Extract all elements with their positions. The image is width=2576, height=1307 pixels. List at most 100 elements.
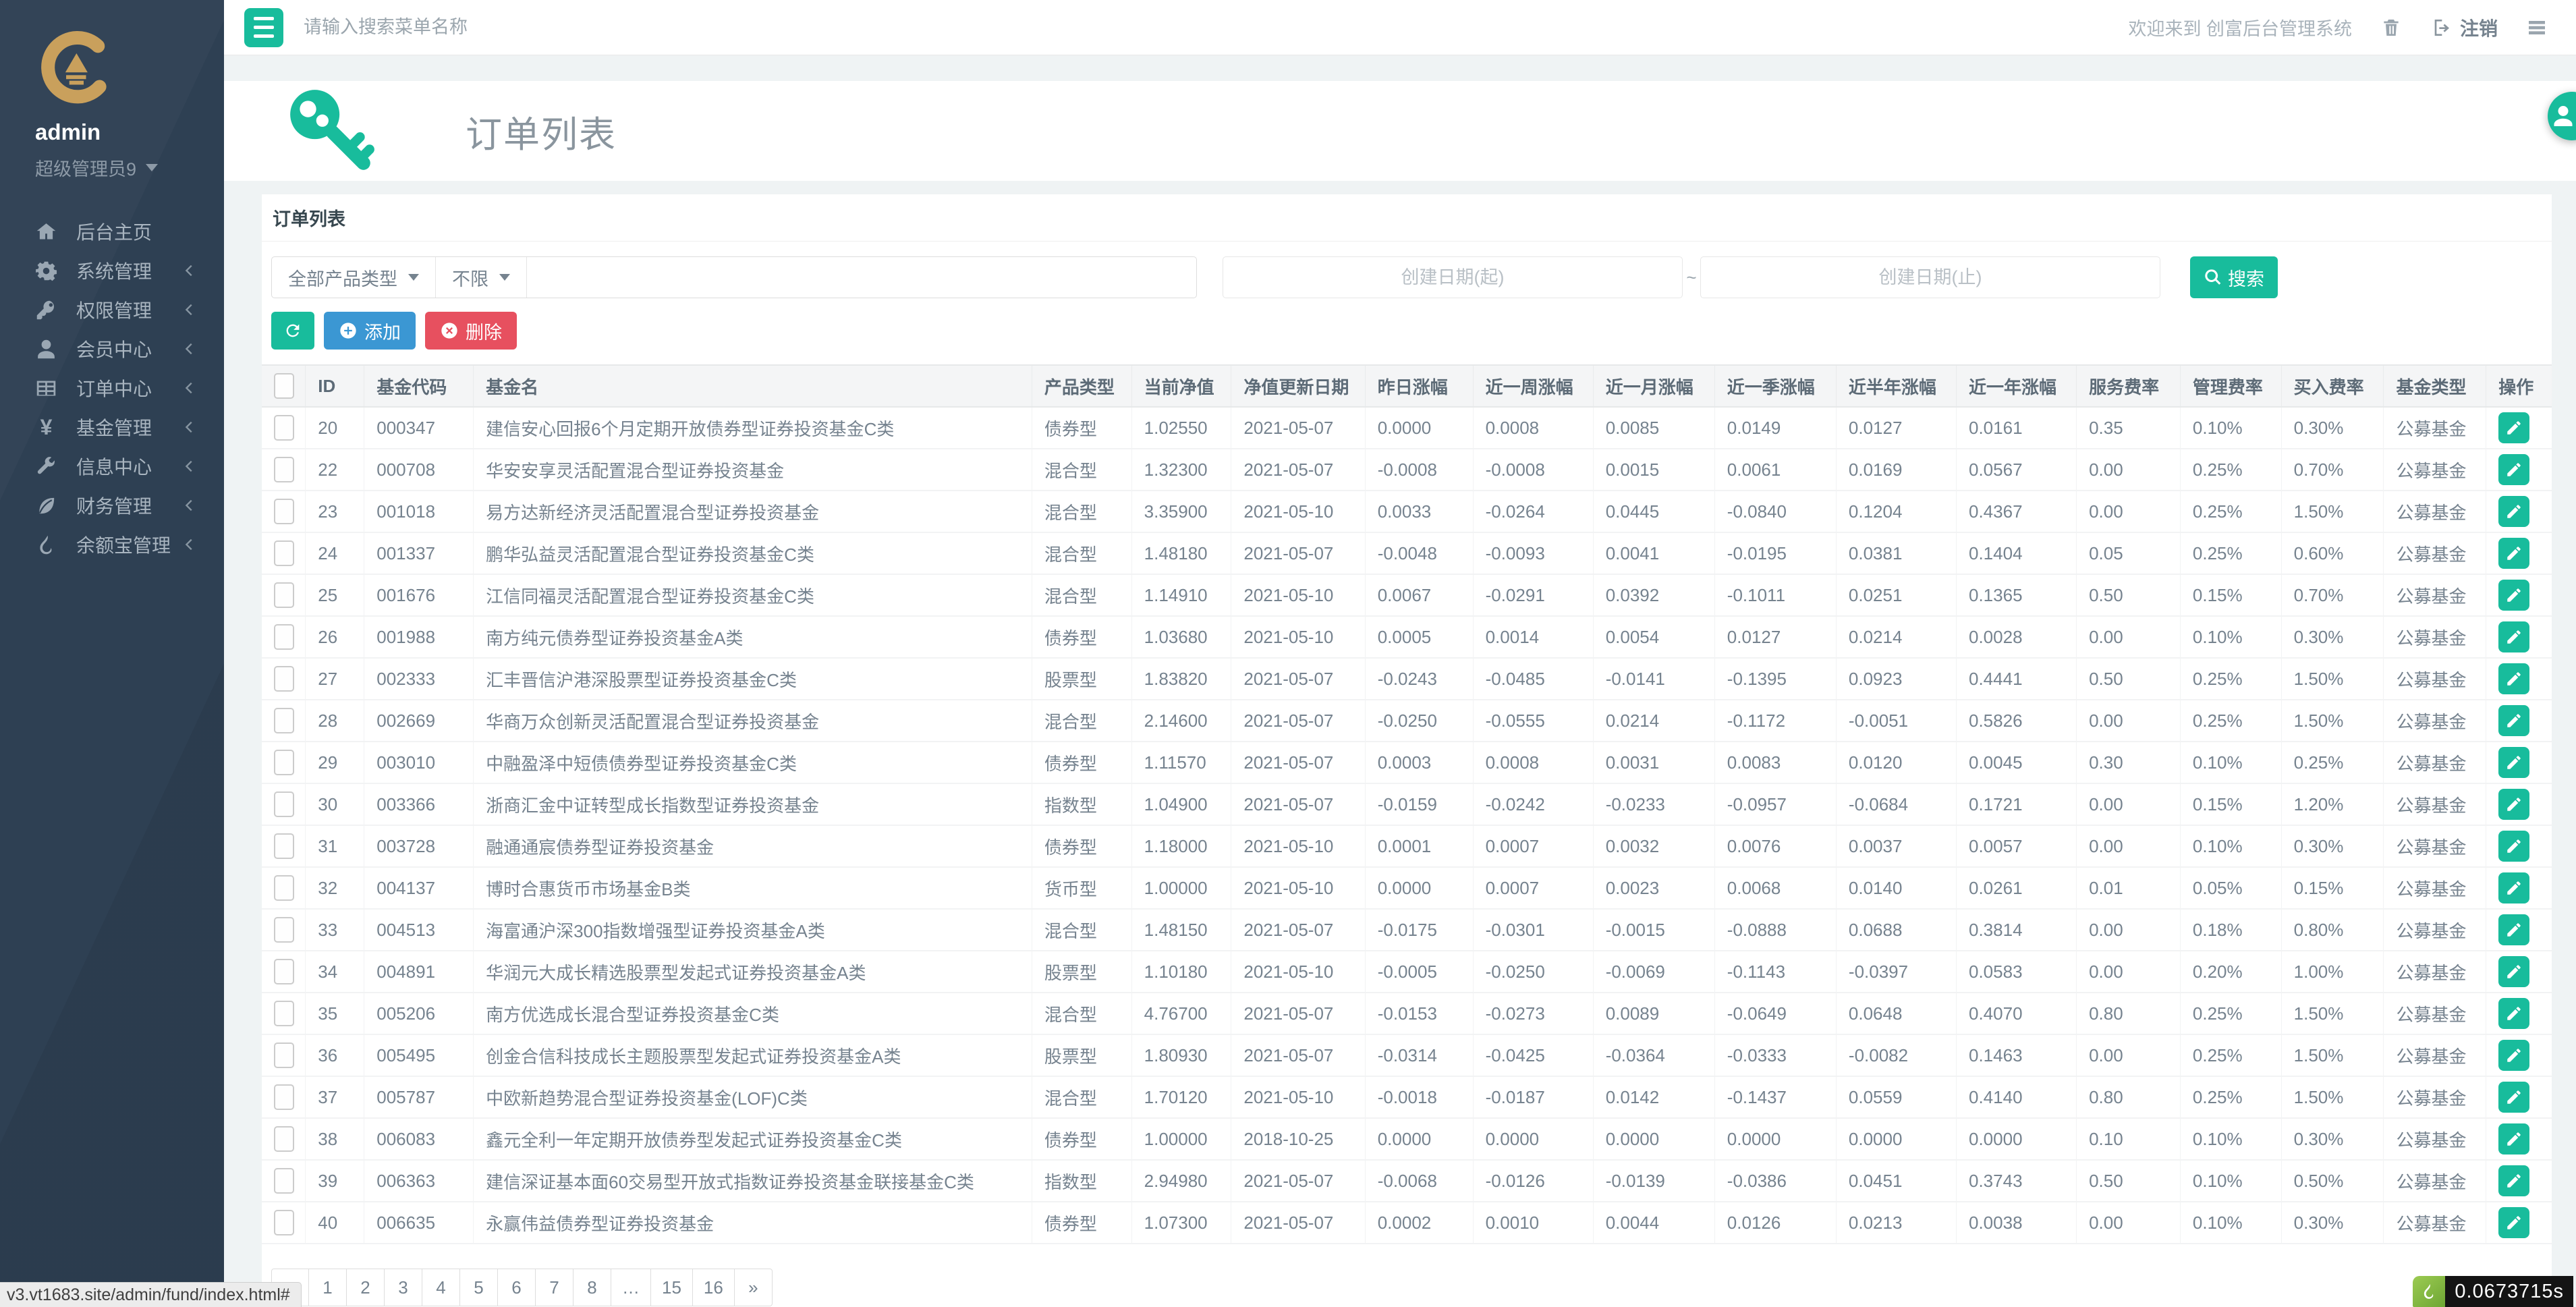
pagination-page[interactable]: 8	[573, 1269, 611, 1306]
cell-buy_rate: 0.50%	[2281, 1160, 2384, 1202]
row-checkbox[interactable]	[274, 499, 294, 524]
pagination-page[interactable]: 15	[651, 1269, 693, 1306]
menu-search-input[interactable]	[304, 17, 776, 38]
user-role-dropdown[interactable]: 超级管理员9	[0, 155, 224, 181]
cell-fund_type: 公募基金	[2384, 867, 2486, 909]
cell-nav_date: 2021-05-10	[1231, 951, 1365, 993]
row-checkbox[interactable]	[274, 708, 294, 733]
cell-chg_day: 0.0000	[1365, 867, 1473, 909]
cell-mgmt_rate: 0.05%	[2180, 867, 2281, 909]
select-all-checkbox[interactable]	[274, 373, 294, 399]
cell-nav_date: 2021-05-07	[1231, 1160, 1365, 1202]
server-bars-icon[interactable]	[2526, 17, 2548, 38]
sidebar-item-info[interactable]: 信息中心	[0, 447, 224, 486]
edit-button[interactable]	[2498, 454, 2529, 485]
date-range-group: ~	[1223, 256, 2160, 298]
edit-button[interactable]	[2498, 956, 2529, 987]
delete-button[interactable]: 删除	[425, 312, 517, 350]
edit-button[interactable]	[2498, 1165, 2529, 1196]
edit-button[interactable]	[2498, 998, 2529, 1029]
row-checkbox[interactable]	[274, 540, 294, 566]
limit-selected: 不限	[452, 265, 488, 291]
edit-button[interactable]	[2498, 496, 2529, 527]
edit-button[interactable]	[2498, 789, 2529, 820]
sidebar-item-auth[interactable]: 权限管理	[0, 290, 224, 329]
sidebar: admin 超级管理员9 后台主页系统管理权限管理会员中心订单中心¥基金管理信息…	[0, 0, 224, 1307]
pagination-page[interactable]: 5	[460, 1269, 498, 1306]
add-button[interactable]: 添加	[324, 312, 416, 350]
column-header: 服务费率	[2077, 365, 2181, 407]
pagination-page[interactable]: 16	[693, 1269, 735, 1306]
date-start-input[interactable]	[1223, 256, 1683, 298]
refresh-button[interactable]	[271, 312, 314, 350]
edit-button[interactable]	[2498, 747, 2529, 778]
row-checkbox[interactable]	[274, 833, 294, 859]
pagination-page[interactable]: 2	[347, 1269, 385, 1306]
edit-button[interactable]	[2498, 580, 2529, 611]
cell-chg_week: -0.0555	[1473, 700, 1593, 742]
gears-icon	[35, 260, 57, 282]
edit-button[interactable]	[2498, 1040, 2529, 1071]
search-button[interactable]: 搜索	[2190, 256, 2278, 298]
date-end-input[interactable]	[1700, 256, 2160, 298]
edit-button[interactable]	[2498, 1123, 2529, 1155]
pagination-page[interactable]: 6	[498, 1269, 536, 1306]
pagination-page[interactable]: 4	[422, 1269, 460, 1306]
keyword-filter-group: 全部产品类型 不限	[271, 256, 1197, 298]
trash-icon[interactable]	[2380, 17, 2402, 38]
row-checkbox[interactable]	[274, 959, 294, 984]
cell-chg_half_year: -0.0397	[1836, 951, 1956, 993]
edit-button[interactable]	[2498, 705, 2529, 736]
row-checkbox[interactable]	[274, 750, 294, 775]
edit-button[interactable]	[2498, 621, 2529, 652]
sidebar-item-home[interactable]: 后台主页	[0, 212, 224, 251]
row-checkbox[interactable]	[274, 1126, 294, 1152]
cell-id: 38	[306, 1118, 364, 1160]
row-checkbox[interactable]	[274, 415, 294, 441]
cell-buy_rate: 1.50%	[2281, 1076, 2384, 1118]
sidebar-toggle-button[interactable]	[244, 8, 283, 47]
row-checkbox[interactable]	[274, 1084, 294, 1110]
performance-badge: 0.0673715s	[2413, 1276, 2573, 1307]
edit-button[interactable]	[2498, 412, 2529, 443]
row-checkbox[interactable]	[274, 457, 294, 482]
edit-button[interactable]	[2498, 663, 2529, 694]
row-checkbox[interactable]	[274, 1042, 294, 1068]
row-checkbox[interactable]	[274, 624, 294, 650]
pagination-page[interactable]: 1	[309, 1269, 347, 1306]
sidebar-item-finance[interactable]: 财务管理	[0, 486, 224, 525]
row-checkbox[interactable]	[274, 791, 294, 817]
sidebar-item-yuebao[interactable]: 余额宝管理	[0, 525, 224, 564]
edit-button[interactable]	[2498, 831, 2529, 862]
leaf-icon	[35, 495, 57, 517]
logout-button[interactable]: 注销	[2430, 14, 2498, 41]
row-checkbox[interactable]	[274, 875, 294, 901]
row-checkbox[interactable]	[274, 582, 294, 608]
pagination-next[interactable]: »	[735, 1269, 773, 1306]
pagination-page[interactable]: 7	[536, 1269, 573, 1306]
row-checkbox[interactable]	[274, 666, 294, 692]
sidebar-item-system[interactable]: 系统管理	[0, 251, 224, 290]
edit-button[interactable]	[2498, 914, 2529, 945]
cell-name: 创金合信科技成长主题股票型发起式证券投资基金A类	[474, 1034, 1032, 1076]
pagination-page[interactable]: 3	[385, 1269, 422, 1306]
edit-button[interactable]	[2498, 1082, 2529, 1113]
sidebar-item-label: 信息中心	[76, 453, 152, 480]
row-checkbox[interactable]	[274, 1210, 294, 1235]
sidebar-item-fund[interactable]: ¥基金管理	[0, 408, 224, 447]
row-checkbox[interactable]	[274, 1001, 294, 1026]
keyword-input[interactable]	[527, 257, 1196, 298]
cell-chg_month: -0.0233	[1593, 783, 1714, 825]
edit-button[interactable]	[2498, 1207, 2529, 1238]
edit-button[interactable]	[2498, 538, 2529, 569]
edit-button[interactable]	[2498, 872, 2529, 903]
table-row: 36005495创金合信科技成长主题股票型发起式证券投资基金A类股票型1.809…	[262, 1034, 2552, 1076]
sidebar-item-member[interactable]: 会员中心	[0, 329, 224, 368]
row-checkbox[interactable]	[274, 917, 294, 943]
row-checkbox[interactable]	[274, 1168, 294, 1194]
limit-select[interactable]: 不限	[436, 257, 527, 298]
cell-chg_week: 0.0008	[1473, 742, 1593, 783]
product-type-select[interactable]: 全部产品类型	[272, 257, 436, 298]
sidebar-item-order[interactable]: 订单中心	[0, 368, 224, 408]
cell-nav: 3.35900	[1131, 491, 1231, 532]
